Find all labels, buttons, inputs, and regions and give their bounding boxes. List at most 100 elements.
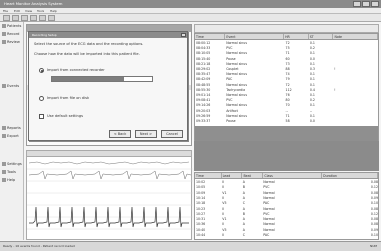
list-cell: Normal <box>263 190 275 195</box>
status-text: Ready - 16 events found - Patient record… <box>3 244 75 248</box>
menu-view[interactable]: View <box>25 9 32 13</box>
list-cell: PAC <box>263 201 270 206</box>
dialog-close-icon[interactable] <box>181 33 186 37</box>
nav-item-help[interactable]: Help <box>2 178 22 183</box>
beat-col-time[interactable]: Time <box>195 173 222 178</box>
nav-item-export[interactable]: Export <box>2 134 22 139</box>
open-icon[interactable] <box>12 15 19 21</box>
list-cell: II <box>222 233 225 237</box>
status-bar: Ready - 16 events found - Patient record… <box>0 241 381 251</box>
list-cell: PVC <box>263 211 270 216</box>
nav-item-tools[interactable]: Tools <box>2 170 22 175</box>
dialog-intro: Select the source of the ECG data and th… <box>34 42 144 46</box>
list-item[interactable]: 10:14 II A Normal 0.09 <box>195 196 378 201</box>
list-cell: 10:31 <box>196 217 206 222</box>
list-cell: A <box>242 180 245 184</box>
list-cell: C <box>242 233 245 237</box>
save-icon[interactable] <box>21 15 28 21</box>
beat-col-class[interactable]: Class <box>263 173 323 178</box>
list-cell: C <box>242 201 245 206</box>
nav-item-events[interactable]: Events <box>2 84 22 89</box>
events-table-empty-area <box>195 126 378 141</box>
back-button[interactable]: < Back <box>109 130 131 138</box>
beat-col-beat[interactable]: Beat <box>242 173 264 178</box>
list-cell: 10:18 <box>196 201 206 206</box>
events-table: Time Event HR ST Note 08:00:12 Normal sin… <box>194 33 379 141</box>
list-cell: Normal <box>263 222 275 227</box>
nav-item-settings[interactable]: Settings <box>2 162 22 167</box>
list-cell: Normal <box>263 195 275 200</box>
list-item[interactable]: 10:02 II A Normal 0.08 <box>195 180 378 185</box>
list-item[interactable]: 10:23 II A Normal 0.08 <box>195 207 378 212</box>
list-cell: A <box>242 190 245 195</box>
list-item[interactable]: 10:40 V5 A Normal 0.09 <box>195 228 378 233</box>
left-nav: Patients Record Review Events Reports Ex… <box>0 22 24 240</box>
ecg-strip <box>27 161 193 230</box>
list-cell: PAC <box>263 233 270 237</box>
minimize-button[interactable] <box>353 1 361 7</box>
list-cell: 10:36 <box>196 222 206 227</box>
beat-list: Time Lead Beat Class Duration 10:02 II A No… <box>194 172 379 240</box>
option-recorder-radio[interactable] <box>39 68 44 73</box>
list-cell: 0.09 <box>370 227 378 232</box>
list-cell: Normal <box>263 180 275 184</box>
next-button[interactable]: Next > <box>135 130 157 138</box>
list-cell: A <box>242 227 245 232</box>
list-cell: 10:27 <box>196 211 206 216</box>
menu-help[interactable]: Help <box>50 9 57 13</box>
chart-icon[interactable] <box>48 15 55 21</box>
list-item[interactable]: 10:31 V1 A Normal 0.08 <box>195 217 378 222</box>
menu-file[interactable]: File <box>3 9 8 13</box>
tools-icon <box>2 170 6 174</box>
list-item[interactable]: 10:09 V1 A Normal 0.08 <box>195 191 378 196</box>
col-event[interactable]: Event <box>225 34 285 39</box>
list-cell: 10:09 <box>196 190 206 195</box>
col-st[interactable]: ST <box>309 34 334 39</box>
nav-item-patients[interactable]: Patients <box>2 24 22 29</box>
cancel-button[interactable]: Cancel <box>161 130 183 138</box>
settings-icon <box>2 162 6 166</box>
window-titlebar: Heart Monitor Analysis System <box>0 0 381 8</box>
list-item[interactable]: 10:27 II B PVC 0.12 <box>195 212 378 217</box>
dialog-instruction: Choose how the data will be imported int… <box>34 52 140 56</box>
toolbar <box>0 14 381 22</box>
list-cell: 0.10 <box>370 233 378 237</box>
window-title: Heart Monitor Analysis System <box>4 1 63 6</box>
list-cell: II <box>222 195 225 200</box>
table-cell: 58 <box>285 119 290 123</box>
col-note[interactable]: Note <box>333 34 378 39</box>
list-item[interactable]: 10:36 II A Normal 0.08 <box>195 222 378 227</box>
nav-item-review[interactable]: Review <box>2 40 22 45</box>
list-cell: II <box>222 222 225 227</box>
default-settings-label: Use default settings <box>47 114 83 118</box>
list-cell: Normal <box>263 206 275 211</box>
default-settings-checkbox[interactable] <box>39 114 44 119</box>
detail-panel <box>194 141 379 171</box>
list-cell: 10:23 <box>196 206 206 211</box>
list-cell: B <box>242 185 245 190</box>
list-item[interactable]: 10:05 II B PVC 0.12 <box>195 185 378 190</box>
table-row[interactable]: 09:33:37 Pause 58 0.0 <box>195 119 378 124</box>
nav-item-reports[interactable]: Reports <box>2 126 22 131</box>
maximize-button[interactable] <box>362 1 370 7</box>
option-recorder-label: Import from connected recorder <box>47 68 105 72</box>
menu-edit[interactable]: Edit <box>14 9 20 13</box>
new-icon[interactable] <box>3 15 10 21</box>
beat-col-lead[interactable]: Lead <box>222 173 243 178</box>
col-time[interactable]: Time <box>195 34 226 39</box>
beat-col-duration[interactable]: Duration <box>322 173 378 178</box>
col-hr[interactable]: HR <box>284 34 309 39</box>
menu-tools[interactable]: Tools <box>37 9 44 13</box>
list-cell: II <box>222 211 225 216</box>
ecg-grid <box>27 168 193 230</box>
print-icon[interactable] <box>30 15 37 21</box>
option-file-radio[interactable] <box>39 96 44 101</box>
close-button[interactable] <box>371 1 379 7</box>
list-item[interactable]: 10:44 II C PAC 0.10 <box>195 233 378 238</box>
list-item[interactable]: 10:18 V5 C PAC 0.10 <box>195 201 378 206</box>
list-cell: A <box>242 222 245 227</box>
list-cell: 0.08 <box>370 206 378 211</box>
zoom-icon[interactable] <box>39 15 46 21</box>
list-cell: 10:44 <box>196 233 206 237</box>
nav-item-record[interactable]: Record <box>2 32 22 37</box>
